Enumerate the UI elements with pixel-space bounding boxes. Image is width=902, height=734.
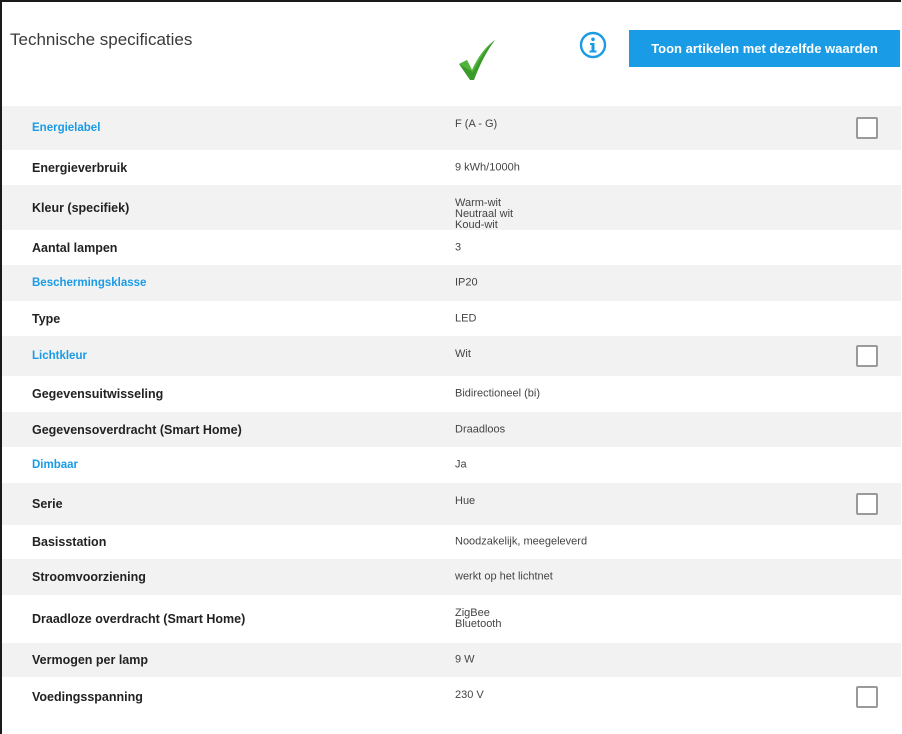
spec-label-link[interactable]: Lichtkleur bbox=[32, 350, 87, 362]
page-title: Technische specificaties bbox=[10, 30, 193, 49]
spec-value-line: LED bbox=[455, 312, 477, 324]
spec-value: 3 bbox=[455, 242, 461, 253]
spec-value-line: werkt op het lichtnet bbox=[455, 570, 553, 583]
spec-value-line: 3 bbox=[455, 241, 462, 253]
spec-row: Stroomvoorziening werkt op het lichtnet bbox=[2, 559, 901, 595]
spec-value: 9 kWh/1000h bbox=[455, 162, 520, 173]
spec-label: Serie bbox=[32, 497, 63, 511]
spec-value: ZigBee Bluetooth bbox=[455, 608, 501, 630]
spec-value-line: 230 V bbox=[455, 689, 484, 701]
spec-table: Energielabel F (A - G) Energieverbruik 9 kW… bbox=[2, 106, 901, 717]
spec-value: Noodzakelijk, meegeleverd bbox=[455, 535, 588, 548]
show-same-values-button[interactable]: Toon artikelen met dezelfde waarden bbox=[629, 30, 900, 67]
compare-checkbox[interactable] bbox=[856, 686, 878, 708]
spec-value: F (A - G) bbox=[455, 119, 497, 130]
spec-row: Draadloze overdracht (Smart Home) ZigBee B… bbox=[2, 595, 901, 643]
spec-row: Serie Hue bbox=[2, 483, 901, 525]
spec-label: Kleur (specifiek) bbox=[32, 200, 130, 215]
spec-row: Gegevensuitwisseling Bidirectioneel (bi) bbox=[2, 376, 901, 412]
spec-row: Kleur (specifiek) Warm-wit Neutraal wit Kou… bbox=[2, 185, 901, 231]
spec-label-link[interactable]: Beschermingsklasse bbox=[32, 277, 146, 289]
spec-value-line: IP20 bbox=[455, 276, 478, 289]
spec-row: Voedingsspanning 230 V bbox=[2, 677, 901, 717]
spec-value: Bidirectioneel (bi) bbox=[455, 387, 540, 400]
spec-label: Energieverbruik bbox=[32, 160, 128, 175]
spec-value: Hue bbox=[455, 496, 475, 507]
spec-row: Beschermingsklasse IP20 bbox=[2, 265, 901, 301]
spec-value: werkt op het lichtnet bbox=[455, 570, 553, 583]
spec-value: LED bbox=[455, 313, 476, 324]
spec-value-line: Bluetooth bbox=[455, 618, 502, 630]
spec-value: Wit bbox=[455, 349, 471, 360]
compare-checkbox[interactable] bbox=[856, 117, 878, 139]
spec-label-link[interactable]: Energielabel bbox=[32, 122, 100, 134]
spec-label: Gegevensoverdracht (Smart Home) bbox=[32, 422, 242, 437]
spec-value: 230 V bbox=[455, 690, 484, 701]
spec-row: Energieverbruik 9 kWh/1000h bbox=[2, 150, 901, 185]
spec-row: Gegevensoverdracht (Smart Home) Draadloos bbox=[2, 412, 901, 447]
spec-label: Gegevensuitwisseling bbox=[32, 387, 164, 401]
spec-value: 9 W bbox=[455, 653, 475, 666]
spec-label: Basisstation bbox=[32, 535, 107, 549]
spec-label: Type bbox=[32, 311, 61, 326]
spec-value-line: 9 kWh/1000h bbox=[455, 161, 520, 173]
spec-value-line: Ja bbox=[455, 458, 467, 471]
info-icon[interactable] bbox=[579, 31, 607, 59]
spec-row: Type LED bbox=[2, 301, 901, 336]
spec-label: Aantal lampen bbox=[32, 240, 118, 255]
spec-row: Dimbaar Ja bbox=[2, 447, 901, 483]
spec-row: Energielabel F (A - G) bbox=[2, 106, 901, 150]
spec-value-line: F (A - G) bbox=[455, 118, 498, 130]
specs-panel: Technische specificaties Toon artikelen … bbox=[0, 0, 901, 734]
spec-value-line: Hue bbox=[455, 495, 476, 507]
specs-header: Technische specificaties Toon artikelen … bbox=[2, 2, 901, 106]
spec-label: Draadloze overdracht (Smart Home) bbox=[32, 612, 246, 626]
spec-label-link[interactable]: Dimbaar bbox=[32, 459, 78, 471]
spec-row: Basisstation Noodzakelijk, meegeleverd bbox=[2, 525, 901, 559]
spec-label: Stroomvoorziening bbox=[32, 570, 146, 584]
spec-value-line: Draadloos bbox=[455, 423, 506, 435]
spec-value-line: Noodzakelijk, meegeleverd bbox=[455, 535, 588, 548]
spec-value: Ja bbox=[455, 458, 467, 471]
spec-row: Aantal lampen 3 bbox=[2, 230, 901, 265]
spec-row: Lichtkleur Wit bbox=[2, 336, 901, 376]
spec-value: IP20 bbox=[455, 276, 478, 289]
spec-value-line: Bidirectioneel (bi) bbox=[455, 387, 540, 400]
spec-row: Vermogen per lamp 9 W bbox=[2, 643, 901, 677]
checkmark-icon bbox=[459, 40, 495, 80]
compare-checkbox[interactable] bbox=[856, 493, 878, 515]
spec-value-line: 9 W bbox=[455, 653, 475, 666]
spec-value: Draadloos bbox=[455, 424, 505, 435]
spec-label: Voedingsspanning bbox=[32, 690, 143, 704]
spec-label: Vermogen per lamp bbox=[32, 653, 149, 667]
spec-value: Warm-wit Neutraal wit Koud-wit bbox=[455, 198, 513, 231]
spec-value-line: Wit bbox=[455, 348, 471, 360]
compare-checkbox[interactable] bbox=[856, 345, 878, 367]
